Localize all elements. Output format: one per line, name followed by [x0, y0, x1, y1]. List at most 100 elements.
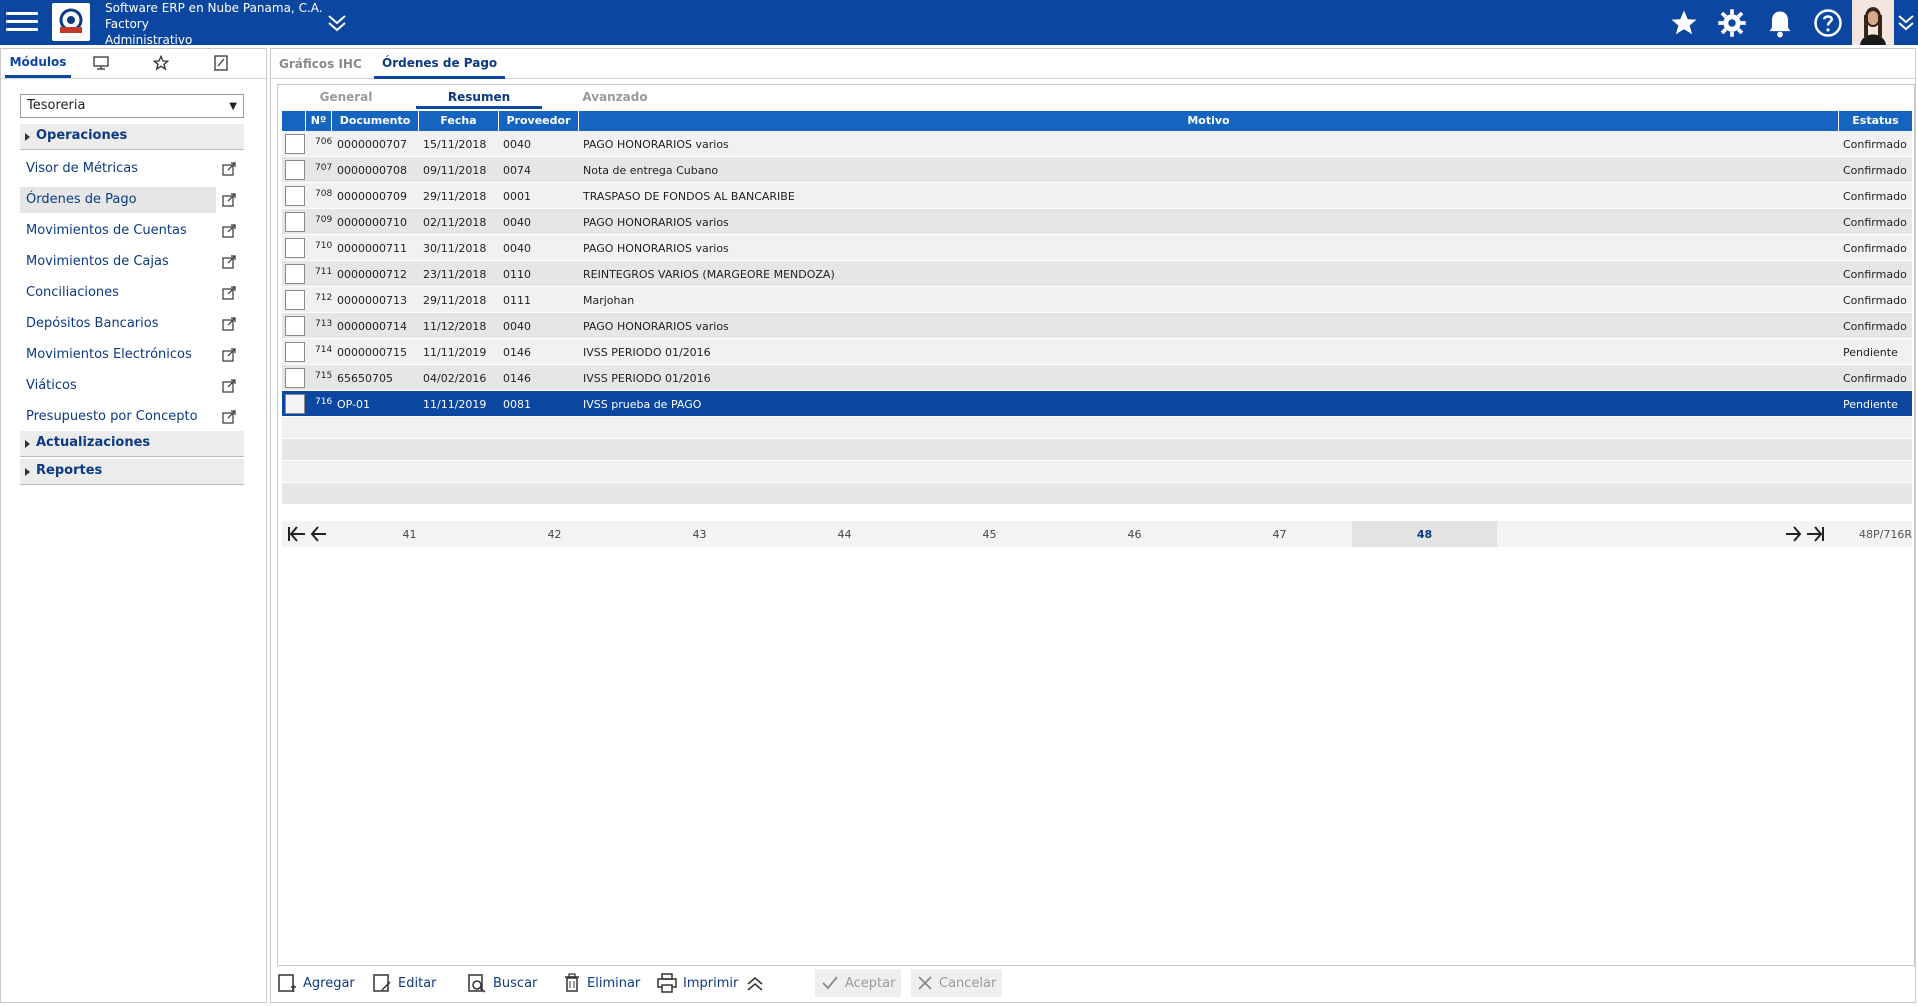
- hamburger-menu-icon[interactable]: [6, 8, 38, 36]
- table-row[interactable]: 714 0000000715 11/11/2019 0146 IVSS PERIODO …: [282, 339, 1912, 365]
- sidebar-item-depositos-bancarios[interactable]: Depósitos Bancarios: [20, 311, 244, 337]
- row-checkbox[interactable]: [285, 186, 305, 206]
- external-link-icon[interactable]: [222, 255, 236, 269]
- table-row[interactable]: 706 0000000707 15/11/2018 0040 PAGO HONORARI…: [282, 131, 1912, 157]
- page-number[interactable]: 48: [1352, 521, 1497, 547]
- tab-graficos-ihc[interactable]: Gráficos IHC: [271, 49, 370, 79]
- external-link-icon[interactable]: [222, 317, 236, 331]
- subtab-avanzado[interactable]: Avanzado: [552, 85, 678, 109]
- group-operaciones[interactable]: Operaciones: [20, 124, 244, 150]
- sidebar-item-movimientos-cuentas[interactable]: Movimientos de Cuentas: [20, 218, 244, 244]
- first-page-icon[interactable]: [286, 524, 308, 544]
- external-link-icon[interactable]: [222, 379, 236, 393]
- header-numero[interactable]: Nº: [306, 111, 332, 131]
- user-menu-chevron-icon[interactable]: [1894, 0, 1918, 45]
- cell-motivo: PAGO HONORARIOS varios: [583, 138, 729, 151]
- group-actualizaciones[interactable]: Actualizaciones: [20, 431, 244, 457]
- page-number[interactable]: 42: [482, 521, 627, 547]
- tab-modulos[interactable]: Módulos: [5, 48, 71, 78]
- sidebar-item-conciliaciones[interactable]: Conciliaciones: [20, 280, 244, 306]
- tab-monitor[interactable]: [71, 48, 131, 78]
- cell-motivo: REINTEGROS VARIOS (MARGEORE MENDOZA): [583, 268, 835, 281]
- header-motivo[interactable]: Motivo: [579, 111, 1839, 131]
- user-avatar[interactable]: [1852, 0, 1894, 45]
- bell-icon[interactable]: [1756, 0, 1804, 45]
- page-number[interactable]: 45: [917, 521, 1062, 547]
- sidebar-item-presupuesto-concepto[interactable]: Presupuesto por Concepto: [20, 404, 244, 430]
- group-reportes[interactable]: Reportes: [20, 459, 244, 485]
- row-checkbox[interactable]: [285, 342, 305, 362]
- sidebar-item-ordenes-pago[interactable]: Órdenes de Pago: [20, 187, 244, 213]
- sidebar-item-visor-metricas[interactable]: Visor de Métricas: [20, 156, 244, 182]
- external-link-icon[interactable]: [222, 162, 236, 176]
- double-chevron-down-icon[interactable]: [326, 12, 348, 34]
- last-page-icon[interactable]: [1804, 524, 1826, 544]
- sidebar-item-label: Movimientos de Cuentas: [26, 223, 187, 238]
- header-proveedor[interactable]: Proveedor: [499, 111, 579, 131]
- accept-button[interactable]: Aceptar: [815, 969, 902, 997]
- previous-page-icon[interactable]: [308, 524, 330, 544]
- print-button[interactable]: Imprimir: [657, 966, 738, 1000]
- next-page-icon[interactable]: [1782, 524, 1804, 544]
- cancel-button[interactable]: Cancelar: [911, 969, 1003, 997]
- table-row[interactable]: 707 0000000708 09/11/2018 0074 Nota de entre…: [282, 157, 1912, 183]
- table-row[interactable]: 715 65650705 04/02/2016 0146 IVSS PERIODO 01…: [282, 365, 1912, 391]
- row-checkbox[interactable]: [285, 134, 305, 154]
- table-row[interactable]: 716 OP-01 11/11/2019 0081 IVSS prueba de PAG…: [282, 391, 1912, 417]
- add-button[interactable]: Agregar: [277, 966, 355, 1000]
- table-row[interactable]: 709 0000000710 02/11/2018 0040 PAGO HONORARI…: [282, 209, 1912, 235]
- cell-estatus: Pendiente: [1843, 346, 1898, 359]
- table-row[interactable]: 713 0000000714 11/12/2018 0040 PAGO HONORARI…: [282, 313, 1912, 339]
- row-checkbox[interactable]: [285, 316, 305, 336]
- external-link-icon[interactable]: [222, 410, 236, 424]
- table-row[interactable]: 712 0000000713 29/11/2018 0111 Marjohan Confi…: [282, 287, 1912, 313]
- expand-triangle-icon: [25, 133, 30, 141]
- external-link-icon[interactable]: [222, 193, 236, 207]
- tab-notes[interactable]: [191, 48, 251, 78]
- row-checkbox[interactable]: [285, 290, 305, 310]
- row-checkbox[interactable]: [285, 394, 305, 414]
- edit-button[interactable]: Editar: [372, 966, 437, 1000]
- gear-icon[interactable]: [1708, 0, 1756, 45]
- page-number[interactable]: 47: [1207, 521, 1352, 547]
- header-fecha[interactable]: Fecha: [419, 111, 499, 131]
- tab-ordenes-pago[interactable]: Órdenes de Pago: [374, 49, 506, 79]
- table-row[interactable]: 711 0000000712 23/11/2018 0110 REINTEGROS VA…: [282, 261, 1912, 287]
- header-documento[interactable]: Documento: [332, 111, 419, 131]
- tab-favorites[interactable]: [131, 48, 191, 78]
- cell-motivo: IVSS PERIODO 01/2016: [583, 346, 711, 359]
- row-checkbox[interactable]: [285, 264, 305, 284]
- cell-estatus: Confirmado: [1843, 138, 1907, 151]
- row-checkbox[interactable]: [285, 212, 305, 232]
- external-link-icon[interactable]: [222, 286, 236, 300]
- add-icon: [278, 974, 296, 992]
- table-row[interactable]: 708 0000000709 29/11/2018 0001 TRASPASO DE F…: [282, 183, 1912, 209]
- collapse-button[interactable]: [745, 966, 771, 1000]
- empty-row: [282, 439, 1912, 461]
- module-select[interactable]: Tesoreria ▼: [20, 94, 244, 118]
- search-button[interactable]: Buscar: [467, 966, 537, 1000]
- page-number[interactable]: 41: [337, 521, 482, 547]
- table-row[interactable]: 710 0000000711 30/11/2018 0040 PAGO HONORARI…: [282, 235, 1912, 261]
- cell-fecha: 11/12/2018: [423, 320, 487, 333]
- external-link-icon[interactable]: [222, 224, 236, 238]
- sidebar-item-label: Movimientos Electrónicos: [26, 347, 192, 362]
- row-checkbox[interactable]: [285, 160, 305, 180]
- sidebar-item-movimientos-cajas[interactable]: Movimientos de Cajas: [20, 249, 244, 275]
- subtab-resumen[interactable]: Resumen: [416, 85, 542, 109]
- subtab-general[interactable]: General: [283, 85, 409, 109]
- row-checkbox[interactable]: [285, 368, 305, 388]
- help-icon[interactable]: [1804, 0, 1852, 45]
- header-estatus[interactable]: Estatus: [1839, 111, 1912, 131]
- star-icon[interactable]: [1660, 0, 1708, 45]
- external-link-icon[interactable]: [222, 348, 236, 362]
- cell-fecha: 02/11/2018: [423, 216, 487, 229]
- delete-button[interactable]: Eliminar: [563, 966, 640, 1000]
- page-number[interactable]: 46: [1062, 521, 1207, 547]
- row-checkbox[interactable]: [285, 238, 305, 258]
- sidebar-item-movimientos-electronicos[interactable]: Movimientos Electrónicos: [20, 342, 244, 368]
- sidebar-item-viaticos[interactable]: Viáticos: [20, 373, 244, 399]
- page-number[interactable]: 44: [772, 521, 917, 547]
- cell-proveedor: 0001: [503, 190, 531, 203]
- page-number[interactable]: 43: [627, 521, 772, 547]
